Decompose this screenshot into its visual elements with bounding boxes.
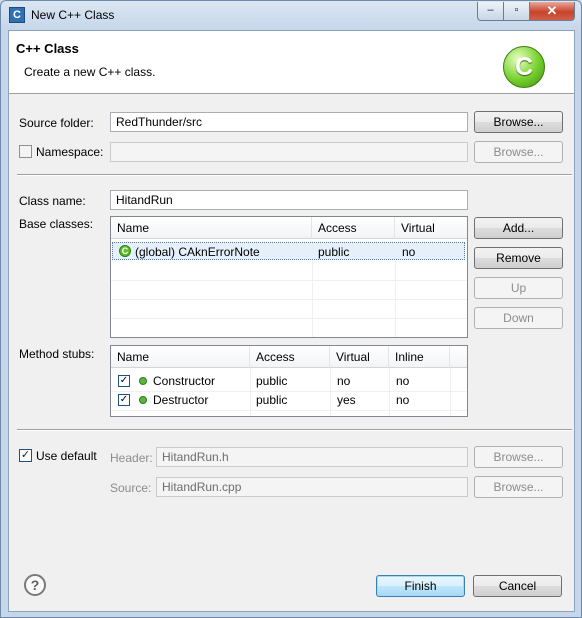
column-header-access[interactable]: Access: [250, 346, 330, 368]
remove-base-class-button[interactable]: Remove: [474, 247, 563, 269]
source-browse-button[interactable]: Browse...: [474, 476, 563, 498]
column-header-name[interactable]: Name: [111, 346, 250, 368]
move-down-button[interactable]: Down: [474, 307, 563, 329]
source-folder-label: Source folder:: [19, 116, 94, 130]
cancel-button[interactable]: Cancel: [473, 575, 562, 597]
method-stubs-label: Method stubs:: [19, 347, 95, 361]
base-classes-label: Base classes:: [19, 217, 94, 231]
minimize-button[interactable]: –: [477, 2, 504, 21]
column-header-name[interactable]: Name: [111, 217, 312, 239]
use-default-checkbox[interactable]: ✓: [19, 449, 32, 462]
grid-line: [330, 368, 331, 416]
help-icon[interactable]: ?: [24, 574, 46, 596]
method-icon: [139, 396, 147, 404]
namespace-browse-button[interactable]: Browse...: [474, 141, 563, 163]
class-name-field[interactable]: HitandRun: [110, 190, 468, 210]
header-file-field[interactable]: HitandRun.h: [156, 447, 468, 467]
method-virtual: yes: [337, 393, 356, 407]
grid-line: [111, 391, 467, 392]
method-stubs-table[interactable]: Name Access Virtual Inline ✓ Constructor…: [110, 345, 468, 417]
close-button[interactable]: ✕: [529, 2, 575, 21]
namespace-checkbox[interactable]: [19, 145, 32, 158]
destructor-checkbox[interactable]: ✓: [118, 394, 130, 406]
class-icon: C: [119, 245, 131, 257]
method-name: Constructor: [153, 374, 216, 388]
method-inline: no: [396, 393, 410, 407]
column-header-virtual[interactable]: Virtual: [395, 217, 467, 239]
add-base-class-button[interactable]: Add...: [474, 217, 563, 239]
grid-line: [111, 280, 467, 281]
base-class-name: (global) CAknErrorNote: [135, 245, 260, 259]
grid-line: [312, 261, 313, 337]
wizard-header: C++ Class Create a new C++ class. C: [9, 31, 574, 94]
header-browse-button[interactable]: Browse...: [474, 446, 563, 468]
namespace-field[interactable]: [110, 142, 468, 162]
method-inline: no: [396, 374, 410, 388]
source-file-field[interactable]: HitandRun.cpp: [156, 477, 468, 497]
grid-line: [111, 299, 467, 300]
title-bar[interactable]: C New C++ Class – ▫ ✕: [1, 1, 581, 29]
finish-button[interactable]: Finish: [376, 575, 465, 597]
use-default-label: Use default: [36, 449, 97, 463]
grid-line: [111, 410, 467, 411]
column-header-access[interactable]: Access: [312, 217, 395, 239]
method-stubs-header: Name Access Virtual Inline: [111, 346, 467, 368]
header-file-label: Header:: [110, 451, 153, 465]
source-file-label: Source:: [110, 481, 152, 495]
grid-line: [389, 368, 390, 416]
maximize-button[interactable]: ▫: [503, 2, 530, 21]
column-header-virtual[interactable]: Virtual: [330, 346, 389, 368]
class-name-label: Class name:: [19, 194, 86, 208]
window-title: New C++ Class: [31, 8, 115, 22]
column-header-inline[interactable]: Inline: [389, 346, 450, 368]
base-class-access: public: [318, 245, 350, 259]
method-access: public: [256, 374, 288, 388]
grid-line: [250, 368, 251, 416]
base-class-virtual: no: [402, 245, 416, 259]
grid-line: [395, 261, 396, 337]
move-up-button[interactable]: Up: [474, 277, 563, 299]
grid-line: [111, 318, 467, 319]
base-classes-table[interactable]: Name Access Virtual C (global) CAknError…: [110, 216, 468, 338]
source-folder-browse-button[interactable]: Browse...: [474, 111, 563, 133]
cpp-class-logo-icon: C: [503, 46, 545, 88]
page-description: Create a new C++ class.: [24, 65, 156, 79]
dialog-window: C New C++ Class – ▫ ✕ C++ Class Create a…: [0, 0, 582, 618]
namespace-label: Namespace:: [36, 145, 104, 159]
page-title: C++ Class: [16, 41, 79, 56]
method-access: public: [256, 393, 288, 407]
method-icon: [139, 377, 147, 385]
grid-line: [450, 368, 451, 416]
separator: [17, 429, 572, 431]
method-virtual: no: [337, 374, 351, 388]
constructor-checkbox[interactable]: ✓: [118, 375, 130, 387]
method-name: Destructor: [153, 393, 209, 407]
source-folder-field[interactable]: RedThunder/src: [110, 112, 468, 132]
base-classes-header: Name Access Virtual: [111, 217, 467, 239]
dialog-client-area: C++ Class Create a new C++ class. C Sour…: [8, 30, 575, 612]
separator: [17, 174, 572, 176]
app-icon: C: [9, 7, 25, 23]
